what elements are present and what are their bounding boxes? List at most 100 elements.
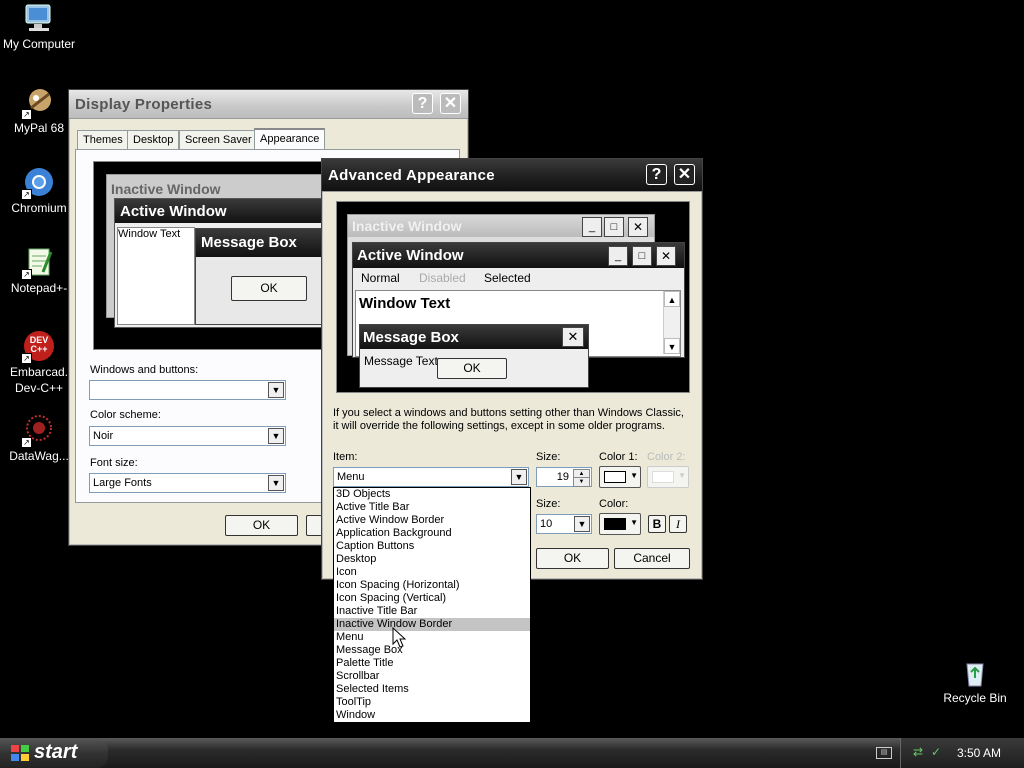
font-color-picker[interactable]: ▼ xyxy=(599,513,641,535)
dropdown-option[interactable]: Scrollbar xyxy=(334,670,530,683)
dropdown-option[interactable]: Active Window Border xyxy=(334,514,530,527)
color1-picker[interactable]: ▼ xyxy=(599,466,641,488)
dropdown-option[interactable]: ToolTip xyxy=(334,696,530,709)
inactive-title: Inactive Window xyxy=(352,218,462,234)
clock[interactable]: 3:50 AM xyxy=(957,746,1001,760)
active-title-bar: Active Window xyxy=(115,199,335,223)
font-size-label: Font size: xyxy=(90,457,138,469)
dropdown-option[interactable]: Icon Spacing (Horizontal) xyxy=(334,579,530,592)
bold-toggle[interactable]: B xyxy=(648,515,666,533)
color-scheme-label: Color scheme: xyxy=(90,409,161,421)
dropdown-option[interactable]: Message Box xyxy=(334,644,530,657)
chevron-down-icon: ▼ xyxy=(678,471,686,480)
item-value: Menu xyxy=(337,471,365,483)
shortcut-arrow-icon: ↗ xyxy=(21,189,32,200)
item-label: Item: xyxy=(333,451,358,463)
dropdown-option[interactable]: Palette Title xyxy=(334,657,530,670)
desktop-icon-devcpp[interactable]: DEV C++ ↗ Embarcad. Dev-C++ xyxy=(0,330,78,396)
shortcut-arrow-icon: ↗ xyxy=(21,269,32,280)
desktop-icon-datawag[interactable]: ↗ DataWag... xyxy=(0,414,78,464)
desktop-icon-my-computer[interactable]: My Computer xyxy=(0,2,78,52)
font-size-value: 10 xyxy=(540,518,553,530)
dropdown-option[interactable]: Inactive Title Bar xyxy=(334,605,530,618)
desktop-icon-recycle-bin[interactable]: Recycle Bin xyxy=(936,656,1014,706)
color-swatch xyxy=(604,471,626,483)
scroll-down-icon: ▼ xyxy=(664,338,680,354)
desktop-icon-chromium[interactable]: ↗ Chromium xyxy=(0,166,78,216)
advanced-cancel-button[interactable]: Cancel xyxy=(614,548,690,569)
preview-ok-button: OK xyxy=(231,276,307,301)
shortcut-arrow-icon: ↗ xyxy=(21,353,32,364)
chevron-down-icon: ▼ xyxy=(630,518,638,527)
dropdown-option[interactable]: Window xyxy=(334,709,530,722)
help-button[interactable]: ? xyxy=(412,93,433,114)
message-box-title: Message Box xyxy=(363,329,459,346)
network-icon[interactable]: ⇄ xyxy=(913,745,923,759)
dropdown-option[interactable]: Selected Items xyxy=(334,683,530,696)
close-button[interactable]: ✕ xyxy=(440,93,461,114)
size-spinner[interactable]: 19 ▲ ▼ xyxy=(536,467,592,487)
dropdown-option[interactable]: Application Background xyxy=(334,527,530,540)
color-scheme-select[interactable]: Noir ▼ xyxy=(89,426,286,446)
font-size-select[interactable]: 10 ▼ xyxy=(536,514,592,534)
display-ok-button[interactable]: OK xyxy=(225,515,298,536)
desktop-icon-label: Recycle Bin xyxy=(943,691,1007,705)
safely-remove-icon[interactable]: ✓ xyxy=(931,745,941,759)
system-tray: ⇄ ✓ 3:50 AM xyxy=(900,738,1024,768)
color2-label: Color 2: xyxy=(647,451,686,463)
close-icon: ✕ xyxy=(562,327,584,347)
menu-disabled: Disabled xyxy=(419,271,466,285)
windows-and-buttons-select[interactable]: ▼ xyxy=(89,380,286,400)
italic-toggle[interactable]: I xyxy=(669,515,687,533)
dropdown-option[interactable]: Inactive Window Border xyxy=(334,618,530,631)
shortcut-arrow-icon: ↗ xyxy=(21,437,32,448)
dropdown-option[interactable]: 3D Objects xyxy=(334,488,530,501)
message-text: Message Text xyxy=(364,354,438,368)
dropdown-option[interactable]: Menu xyxy=(334,631,530,644)
desktop-icon-notepad[interactable]: ↗ Notepad+- xyxy=(0,246,78,296)
dropdown-option[interactable]: Desktop xyxy=(334,553,530,566)
chevron-down-icon: ▼ xyxy=(630,471,638,480)
warning-note-line1: If you select a windows and buttons sett… xyxy=(333,407,684,419)
minimize-icon: _ xyxy=(608,246,628,266)
font-size-select[interactable]: Large Fonts ▼ xyxy=(89,473,286,493)
maximize-icon: □ xyxy=(632,246,652,266)
dropdown-option[interactable]: Icon xyxy=(334,566,530,579)
close-icon: ✕ xyxy=(656,246,676,266)
start-label: start xyxy=(34,741,78,763)
help-button[interactable]: ? xyxy=(646,164,667,185)
title-bar[interactable]: Display Properties ? ✕ xyxy=(69,90,468,119)
dropdown-option[interactable]: Active Title Bar xyxy=(334,501,530,514)
tab-themes[interactable]: Themes xyxy=(77,130,129,149)
spin-down-icon[interactable]: ▼ xyxy=(573,477,590,487)
notepad-icon: ↗ xyxy=(21,246,55,280)
mouse-cursor-icon xyxy=(392,627,406,648)
tab-appearance[interactable]: Appearance xyxy=(254,128,326,150)
chevron-down-icon: ▼ xyxy=(268,382,284,398)
display-cancel-button[interactable] xyxy=(306,515,322,536)
appearance-preview: Inactive Window Active Window Window Tex… xyxy=(93,161,337,350)
close-button[interactable]: ✕ xyxy=(674,164,695,185)
item-select[interactable]: Menu ▼ xyxy=(333,467,529,487)
chromium-icon: ↗ xyxy=(21,166,55,200)
tab-screen-saver[interactable]: Screen Saver xyxy=(179,130,258,149)
advanced-ok-button[interactable]: OK xyxy=(536,548,609,569)
preview-ok-button: OK xyxy=(437,358,507,379)
desktop-icon-mypal[interactable]: ↗ MyPal 68 xyxy=(0,86,78,136)
inactive-title: Inactive Window xyxy=(111,181,221,197)
title-bar[interactable]: Advanced Appearance ? ✕ xyxy=(322,159,702,192)
dropdown-option[interactable]: Icon Spacing (Vertical) xyxy=(334,592,530,605)
taskbar: start ▤ ⇄ ✓ 3:50 AM xyxy=(0,738,1024,768)
scroll-up-icon: ▲ xyxy=(664,291,680,307)
window-text-area: Window Text xyxy=(117,227,195,325)
window-text: Window Text xyxy=(359,295,451,312)
tab-desktop[interactable]: Desktop xyxy=(127,130,180,149)
start-button[interactable]: start xyxy=(0,738,108,768)
dropdown-option[interactable]: Caption Buttons xyxy=(334,540,530,553)
desktop-icon-label: My Computer xyxy=(2,37,76,51)
keyboard-icon[interactable]: ▤ xyxy=(876,747,892,759)
shortcut-arrow-icon: ↗ xyxy=(21,109,32,120)
maximize-icon: □ xyxy=(604,217,624,237)
desktop-icon-label: MyPal 68 xyxy=(13,121,65,135)
font-color-label: Color: xyxy=(599,498,629,510)
